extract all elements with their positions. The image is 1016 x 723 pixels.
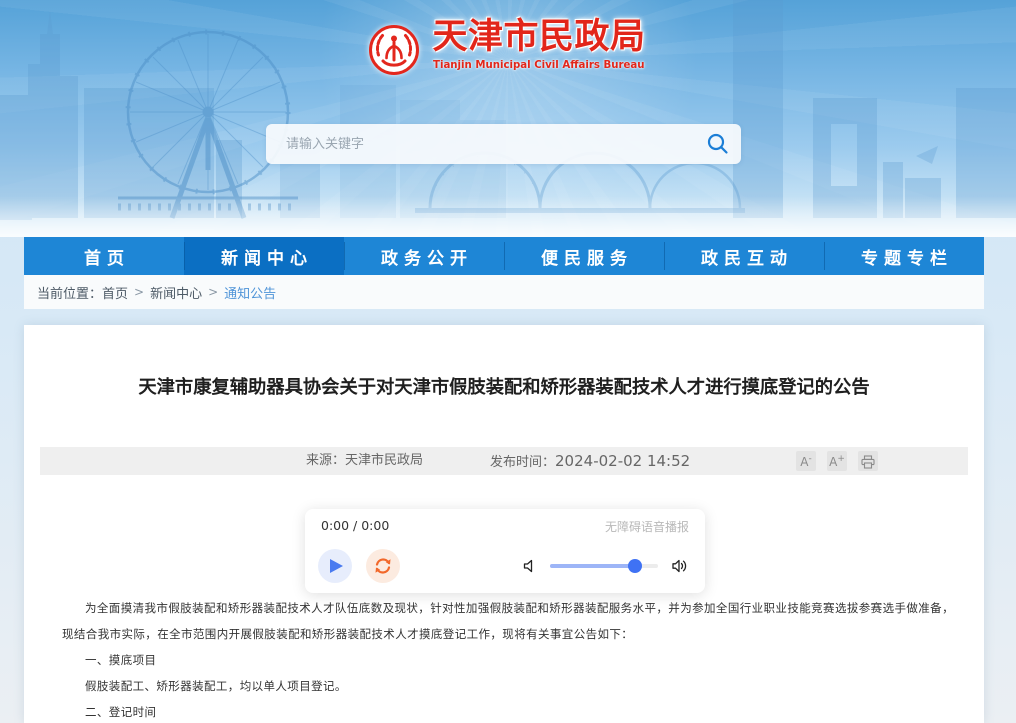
audio-player: 0:00 / 0:00 无障碍语音播报 (305, 509, 705, 593)
nav-item-public-services[interactable]: 便民服务 (504, 237, 664, 275)
breadcrumb-items: 首页 > 新闻中心 > 通知公告 (102, 283, 276, 302)
article-paragraph-2: 一、摸底项目 (62, 647, 954, 673)
article-paragraph-1: 为全面摸清我市假肢装配和矫形器装配技术人才队伍底数及现状，针对性加强假肢装配和矫… (62, 595, 954, 647)
volume-slider-thumb[interactable] (628, 559, 642, 573)
print-icon (861, 455, 875, 469)
breadcrumb-separator: > (208, 285, 218, 299)
site-title-english: Tianjin Municipal Civil Affairs Bureau (433, 59, 643, 71)
nav-item-news-center[interactable]: 新闻中心 (184, 237, 344, 275)
site-header: 天津市民政局 Tianjin Municipal Civil Affairs B… (0, 0, 1016, 237)
search-icon (706, 132, 730, 156)
breadcrumb-link-news-center[interactable]: 新闻中心 (150, 283, 202, 302)
site-title: 天津市民政局 (433, 16, 649, 58)
site-logo: 天津市民政局 Tianjin Municipal Civil Affairs B… (0, 16, 1016, 76)
font-decrease-button[interactable]: A- (796, 451, 816, 471)
play-button[interactable] (318, 549, 352, 583)
article-content: 天津市康复辅助器具协会关于对天津市假肢装配和矫形器装配技术人才进行摸底登记的公告… (24, 325, 984, 723)
article-meta-bar: 来源：天津市民政局 发布时间：2024-02-02 14:52 A- A+ (40, 447, 968, 475)
breadcrumb-separator: > (134, 285, 144, 299)
player-caption: 无障碍语音播报 (605, 518, 689, 535)
player-time: 0:00 / 0:00 (321, 518, 389, 535)
search-bar (266, 124, 741, 164)
civil-affairs-emblem-icon (368, 24, 420, 76)
nav-item-gov-info[interactable]: 政务公开 (344, 237, 504, 275)
breadcrumb-link-home[interactable]: 首页 (102, 283, 128, 302)
breadcrumb-label: 当前位置： (37, 283, 102, 302)
article-publish-time: 发布时间：2024-02-02 14:52 (490, 447, 690, 477)
article-paragraph-3: 假肢装配工、矫形器装配工，均以单人项目登记。 (62, 673, 954, 699)
search-input[interactable] (266, 124, 695, 164)
play-icon (330, 559, 343, 573)
volume-slider[interactable] (550, 564, 658, 568)
search-button[interactable] (695, 124, 741, 164)
breadcrumb-link-notices[interactable]: 通知公告 (224, 283, 276, 302)
replay-icon (373, 556, 393, 576)
nav-item-home[interactable]: 首页 (24, 237, 184, 275)
volume-mute-icon[interactable] (522, 558, 538, 574)
article-paragraph-4: 二、登记时间 (62, 699, 954, 723)
article-title: 天津市康复辅助器具协会关于对天津市假肢装配和矫形器装配技术人才进行摸底登记的公告 (64, 375, 944, 401)
volume-loud-icon[interactable] (670, 557, 689, 575)
nav-item-public-interaction[interactable]: 政民互动 (664, 237, 824, 275)
article-body: 为全面摸清我市假肢装配和矫形器装配技术人才队伍底数及现状，针对性加强假肢装配和矫… (62, 595, 954, 723)
print-button[interactable] (858, 451, 878, 471)
page: 天津市民政局 Tianjin Municipal Civil Affairs B… (0, 0, 1016, 723)
nav-item-special-topics[interactable]: 专题专栏 (824, 237, 984, 275)
breadcrumb: 当前位置： 首页 > 新闻中心 > 通知公告 (24, 275, 984, 309)
replay-button[interactable] (366, 549, 400, 583)
volume-slider-fill (550, 564, 635, 568)
article-source: 来源：天津市民政局 (306, 447, 423, 475)
main-nav: 首页新闻中心政务公开便民服务政民互动专题专栏 (24, 237, 984, 275)
font-increase-button[interactable]: A+ (827, 451, 847, 471)
